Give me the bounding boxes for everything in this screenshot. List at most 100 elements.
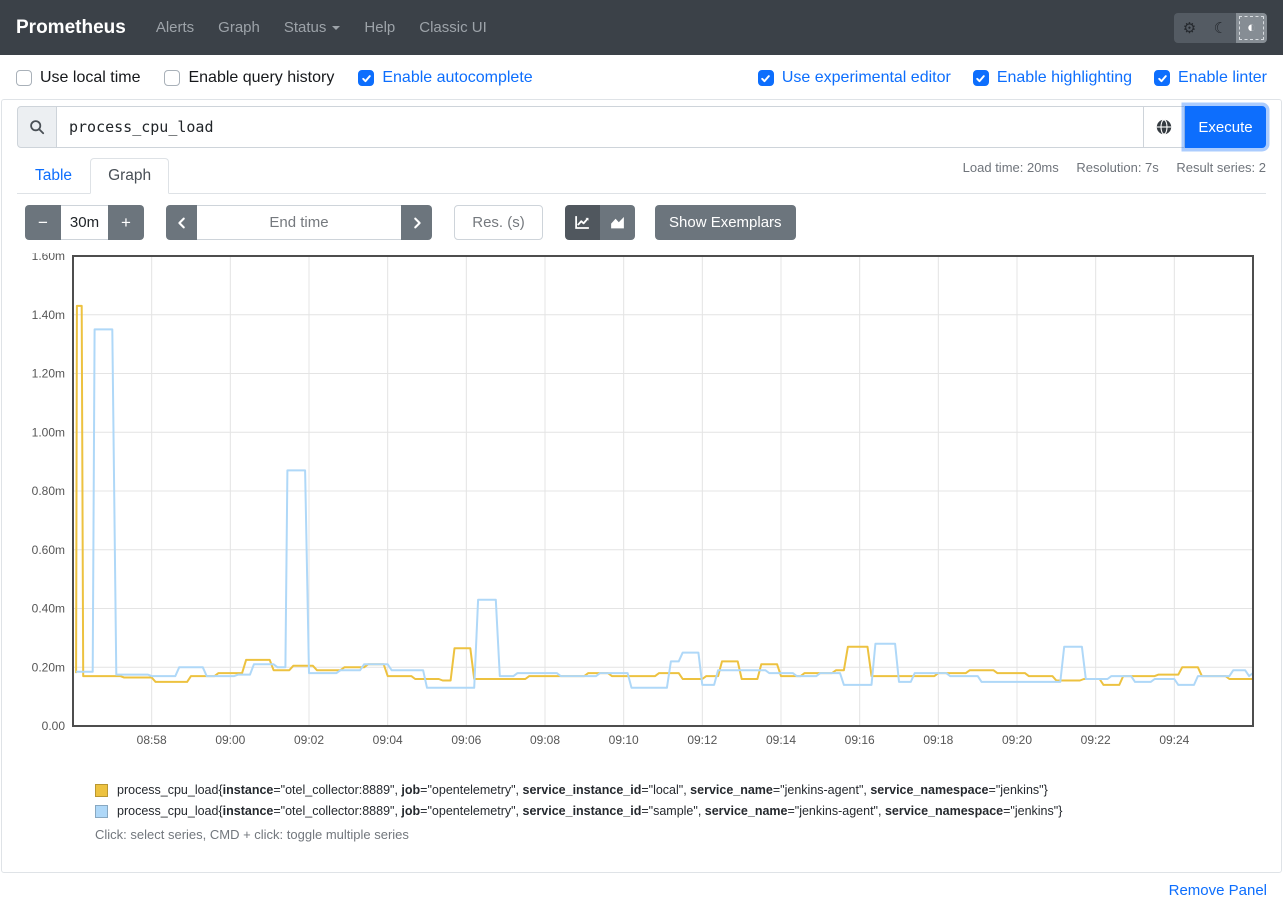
search-icon — [29, 119, 45, 135]
x-tick-label: 09:06 — [451, 733, 481, 747]
setting-use-local-time[interactable]: Use local time — [16, 69, 140, 87]
chevron-right-icon — [410, 216, 424, 230]
setting-enable-linter[interactable]: Enable linter — [1154, 69, 1267, 87]
nav-item-status[interactable]: Status — [272, 11, 353, 44]
nav-item-alerts[interactable]: Alerts — [144, 11, 206, 44]
tab-table[interactable]: Table — [17, 158, 90, 194]
settings-row: Use local time Enable query history Enable… — [0, 55, 1283, 99]
legend-swatch — [95, 805, 108, 818]
theme-dark-button[interactable]: ☾ — [1205, 13, 1236, 43]
x-tick-label: 09:20 — [1002, 733, 1032, 747]
x-tick-label: 09:12 — [687, 733, 717, 747]
theme-auto-button[interactable]: ◐ — [1236, 13, 1267, 43]
setting-enable-autocomplete[interactable]: Enable autocomplete — [358, 69, 532, 87]
duration-input[interactable] — [61, 205, 108, 240]
tab-graph[interactable]: Graph — [90, 158, 169, 194]
setting-enable-query-history[interactable]: Enable query history — [164, 69, 334, 87]
end-time-input[interactable] — [197, 205, 401, 240]
setting-label: Enable autocomplete — [382, 69, 532, 87]
setting-label: Enable query history — [188, 69, 334, 87]
graph-controls: − + — [25, 205, 1266, 240]
x-tick-label: 09:04 — [373, 733, 403, 747]
brand-prometheus[interactable]: Prometheus — [16, 17, 126, 39]
chevron-left-icon — [175, 216, 189, 230]
x-tick-label: 09:14 — [766, 733, 796, 747]
metrics-explorer-button[interactable] — [1144, 106, 1185, 148]
decrease-duration-button[interactable]: − — [25, 205, 61, 240]
circle-half-icon: ◐ — [1247, 19, 1256, 36]
setting-enable-highlighting[interactable]: Enable highlighting — [973, 69, 1132, 87]
chart-type-toggle — [565, 205, 635, 240]
checkbox-unchecked-icon — [164, 70, 180, 86]
line-chart-button[interactable] — [565, 205, 600, 240]
legend-text: process_cpu_load{instance="otel_collecto… — [117, 780, 1048, 801]
x-tick-label: 09:24 — [1159, 733, 1189, 747]
setting-label: Use local time — [40, 69, 140, 87]
setting-label: Enable linter — [1178, 69, 1267, 87]
series-line-local — [76, 306, 1253, 685]
y-tick-label: 0.20m — [32, 660, 65, 674]
y-tick-label: 0.60m — [32, 543, 65, 557]
graph-svg: 0.000.20m0.40m0.60m0.80m1.00m1.20m1.40m1… — [18, 253, 1258, 751]
setting-use-experimental-editor[interactable]: Use experimental editor — [758, 69, 951, 87]
remove-panel-link[interactable]: Remove Panel — [1169, 882, 1267, 899]
forward-time-button[interactable] — [401, 205, 432, 240]
moon-icon: ☾ — [1214, 19, 1227, 37]
checkbox-checked-icon — [358, 70, 374, 86]
graph-canvas[interactable]: 0.000.20m0.40m0.60m0.80m1.00m1.20m1.40m1… — [18, 253, 1266, 756]
show-exemplars-button[interactable]: Show Exemplars — [655, 205, 796, 240]
y-tick-label: 0.80m — [32, 484, 65, 498]
duration-stepper: − + — [25, 205, 144, 240]
execute-button[interactable]: Execute — [1185, 106, 1266, 148]
x-tick-label: 09:02 — [294, 733, 324, 747]
gear-icon: ⚙ — [1183, 19, 1196, 37]
resolution-input[interactable] — [454, 205, 543, 240]
time-navigation — [166, 205, 432, 240]
stacked-chart-icon — [609, 214, 626, 231]
x-tick-label: 08:58 — [137, 733, 167, 747]
search-icon-box — [17, 106, 57, 148]
legend-swatch — [95, 784, 108, 797]
query-input-group: Execute — [17, 106, 1266, 148]
x-tick-label: 09:16 — [845, 733, 875, 747]
x-tick-label: 09:18 — [923, 733, 953, 747]
caret-down-icon — [332, 26, 340, 30]
query-panel: Execute Load time: 20ms Resolution: 7s R… — [1, 99, 1282, 873]
result-series: Result series: 2 — [1176, 160, 1266, 175]
setting-label: Use experimental editor — [782, 69, 951, 87]
y-tick-label: 1.40m — [32, 308, 65, 322]
globe-icon — [1155, 118, 1173, 136]
stacked-chart-button[interactable] — [600, 205, 635, 240]
x-tick-label: 09:10 — [609, 733, 639, 747]
legend-text: process_cpu_load{instance="otel_collecto… — [117, 801, 1062, 822]
increase-duration-button[interactable]: + — [108, 205, 144, 240]
setting-label: Enable highlighting — [997, 69, 1132, 87]
checkbox-checked-icon — [973, 70, 989, 86]
legend-hint: Click: select series, CMD + click: toggl… — [95, 827, 1266, 842]
y-tick-label: 1.00m — [32, 425, 65, 439]
theme-toggle-group: ⚙ ☾ ◐ — [1174, 13, 1267, 43]
y-tick-label: 0.00 — [42, 719, 66, 733]
series-line-sample — [76, 329, 1253, 687]
line-chart-icon — [574, 214, 591, 231]
expression-input[interactable] — [57, 106, 1144, 148]
back-time-button[interactable] — [166, 205, 197, 240]
legend-item[interactable]: process_cpu_load{instance="otel_collecto… — [95, 801, 1266, 822]
nav-item-graph[interactable]: Graph — [206, 11, 272, 44]
checkbox-checked-icon — [758, 70, 774, 86]
load-time: Load time: 20ms — [963, 160, 1059, 175]
theme-light-button[interactable]: ⚙ — [1174, 13, 1205, 43]
legend-item[interactable]: process_cpu_load{instance="otel_collecto… — [95, 780, 1266, 801]
navbar: Prometheus AlertsGraphStatusHelpClassic … — [0, 0, 1283, 55]
x-tick-label: 09:22 — [1081, 733, 1111, 747]
checkbox-unchecked-icon — [16, 70, 32, 86]
graph-section: − + — [17, 194, 1266, 872]
navbar-links: AlertsGraphStatusHelpClassic UI — [144, 11, 499, 44]
x-tick-label: 09:08 — [530, 733, 560, 747]
y-tick-label: 1.20m — [32, 367, 65, 381]
checkbox-checked-icon — [1154, 70, 1170, 86]
panel-footer: Remove Panel — [0, 873, 1283, 909]
nav-item-classic-ui[interactable]: Classic UI — [407, 11, 499, 44]
nav-item-help[interactable]: Help — [352, 11, 407, 44]
settings-left-group: Use local time Enable query history Enable… — [16, 69, 557, 87]
